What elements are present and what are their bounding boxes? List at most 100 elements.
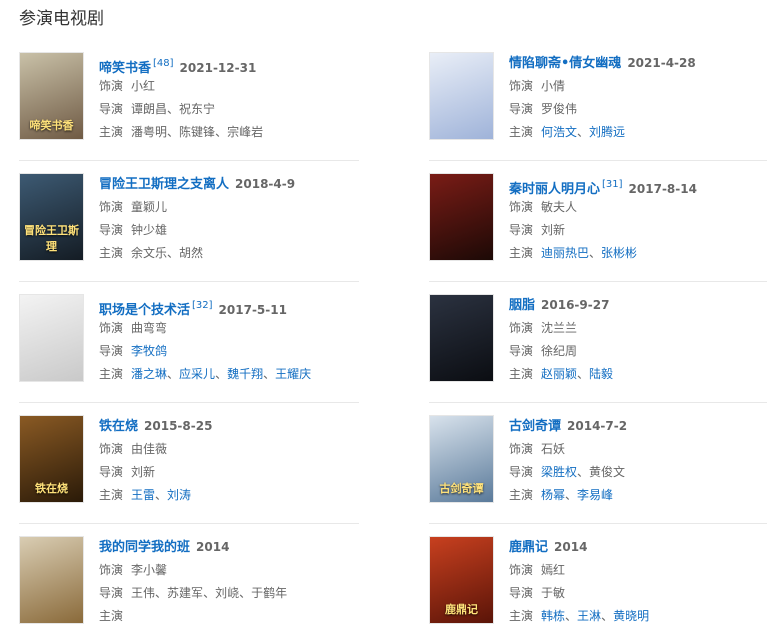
poster-image[interactable]: 鹿鼎记 (429, 536, 494, 624)
poster-image[interactable] (429, 294, 494, 382)
director-label: 导演 (509, 102, 534, 116)
series-info: 秦时丽人明月心 [31] 2017-8-14 饰演 敏夫人 导演 刘新 主演 迪丽热巴、张彬彬 (509, 173, 767, 265)
tv-series-item: 胭脂 2016-9-27 饰演 沈兰兰 导演 徐纪周 主演 赵丽颖、陆毅 (429, 294, 767, 394)
cast-separator: 、 (215, 125, 228, 139)
cast-name[interactable]: 黄晓明 (613, 609, 649, 623)
title-row: 啼笑书香 [48] 2021-12-31 (99, 52, 359, 76)
series-title-link[interactable]: 鹿鼎记 (509, 540, 548, 555)
release-date: 2018-4-9 (235, 177, 296, 191)
series-title-link[interactable]: 职场是个技术活 (99, 303, 190, 318)
series-info: 冒险王卫斯理之支离人 2018-4-9 饰演 童颖儿 导演 钟少雄 主演 余文乐、胡然 (99, 173, 359, 265)
title-row: 鹿鼎记 2014 (509, 536, 767, 559)
series-title-link[interactable]: 啼笑书香 (99, 61, 151, 76)
series-info: 啼笑书香 [48] 2021-12-31 饰演 小红 导演 谭朗昌、祝东宁 主演 潘粤明、陈键锋… (99, 52, 359, 144)
cast-name[interactable]: 杨幂 (541, 488, 565, 502)
release-date: 2017-8-14 (628, 182, 697, 196)
director-row: 导演 钟少雄 (99, 219, 359, 242)
director-row: 导演 谭朗昌、祝东宁 (99, 98, 359, 121)
row-divider (19, 160, 359, 161)
series-title-link[interactable]: 铁在烧 (99, 419, 138, 434)
cast-separator: 、 (565, 609, 578, 623)
director-name[interactable]: 李牧鸽 (131, 344, 167, 358)
series-title-link[interactable]: 秦时丽人明月心 (509, 182, 600, 197)
director-row: 导演 刘新 (509, 219, 767, 242)
cast-name: 陈键锋 (179, 125, 216, 139)
cast-separator: 、 (565, 488, 578, 502)
cast-label: 主演 (99, 367, 124, 381)
role-name: 由佳薇 (131, 442, 168, 456)
role-label: 饰演 (99, 200, 124, 214)
title-row: 古剑奇谭 2014-7-2 (509, 415, 767, 438)
cast-name[interactable]: 韩栋 (541, 609, 565, 623)
row-divider (19, 281, 359, 282)
release-date: 2014 (554, 540, 588, 554)
role-row: 饰演 曲弯弯 (99, 317, 359, 340)
cast-separator: 、 (167, 125, 180, 139)
role-name: 沈兰兰 (541, 321, 578, 335)
citation-link[interactable]: [48] (153, 58, 174, 69)
series-title-link[interactable]: 情陷聊斋•倩女幽魂 (509, 56, 621, 71)
cast-name[interactable]: 王雷 (131, 488, 155, 502)
cast-name[interactable]: 张彬彬 (601, 246, 637, 260)
role-row: 饰演 小倩 (509, 75, 767, 98)
series-title-link[interactable]: 我的同学我的班 (99, 540, 190, 555)
tv-series-item: 啼笑书香 啼笑书香 [48] 2021-12-31 饰演 小红 导演 谭朗昌、祝东宁 主演 潘粤明… (19, 52, 359, 152)
cast-row: 主演 韩栋、王淋、黄晓明 (509, 605, 767, 628)
title-row: 秦时丽人明月心 [31] 2017-8-14 (509, 173, 767, 197)
cast-label: 主演 (509, 609, 534, 623)
cast-name[interactable]: 何浩文 (541, 125, 577, 139)
cast-row: 主演 赵丽颖、陆毅 (509, 363, 767, 386)
role-label: 饰演 (99, 442, 124, 456)
cast-separator: 、 (263, 367, 276, 381)
cast-name[interactable]: 王淋 (577, 609, 601, 623)
cast-name[interactable]: 王耀庆 (275, 367, 311, 381)
role-row: 饰演 石妖 (509, 438, 767, 461)
cast-name[interactable]: 潘之琳 (131, 367, 167, 381)
cast-name[interactable]: 刘腾远 (589, 125, 625, 139)
role-label: 饰演 (99, 321, 124, 335)
series-title-link[interactable]: 冒险王卫斯理之支离人 (99, 177, 229, 192)
poster-image[interactable] (429, 52, 494, 140)
title-row: 冒险王卫斯理之支离人 2018-4-9 (99, 173, 359, 196)
poster-image[interactable]: 铁在烧 (19, 415, 84, 503)
director-separator: 、 (167, 102, 180, 116)
role-name: 小倩 (541, 79, 566, 93)
series-title-link[interactable]: 胭脂 (509, 298, 535, 313)
role-name: 石妖 (541, 442, 566, 456)
role-row: 饰演 童颖儿 (99, 196, 359, 219)
role-label: 饰演 (509, 442, 534, 456)
cast-name[interactable]: 赵丽颖 (541, 367, 577, 381)
series-info: 情陷聊斋•倩女幽魂 2021-4-28 饰演 小倩 导演 罗俊伟 主演 何浩文、刘腾远 (509, 52, 767, 144)
cast-name[interactable]: 应采儿 (179, 367, 215, 381)
poster-image[interactable] (19, 294, 84, 382)
cast-name[interactable]: 刘涛 (167, 488, 191, 502)
row-divider (429, 160, 767, 161)
role-name: 敏夫人 (541, 200, 578, 214)
role-row: 饰演 小红 (99, 75, 359, 98)
poster-image[interactable]: 冒险王卫斯理 (19, 173, 84, 261)
director-label: 导演 (509, 586, 534, 600)
director-row: 导演 罗俊伟 (509, 98, 767, 121)
poster-image[interactable]: 啼笑书香 (19, 52, 84, 140)
poster-image[interactable]: 古剑奇谭 (429, 415, 494, 503)
director-label: 导演 (99, 102, 124, 116)
cast-row: 主演 杨幂、李易峰 (509, 484, 767, 507)
cast-separator: 、 (215, 367, 228, 381)
row-divider (19, 402, 359, 403)
cast-name: 宗峰岩 (227, 125, 264, 139)
poster-image[interactable] (19, 536, 84, 624)
cast-name[interactable]: 李易峰 (577, 488, 613, 502)
citation-link[interactable]: [31] (602, 179, 623, 190)
cast-name[interactable]: 魏千翔 (227, 367, 263, 381)
director-name[interactable]: 梁胜权 (541, 465, 577, 479)
director-row: 导演 徐纪周 (509, 340, 767, 363)
citation-link[interactable]: [32] (192, 300, 213, 311)
cast-name[interactable]: 陆毅 (589, 367, 613, 381)
row-divider (429, 281, 767, 282)
cast-separator: 、 (577, 125, 590, 139)
cast-name: 余文乐 (131, 246, 168, 260)
cast-name[interactable]: 迪丽热巴 (541, 246, 589, 260)
release-date: 2016-9-27 (541, 298, 610, 312)
series-title-link[interactable]: 古剑奇谭 (509, 419, 561, 434)
poster-image[interactable] (429, 173, 494, 261)
